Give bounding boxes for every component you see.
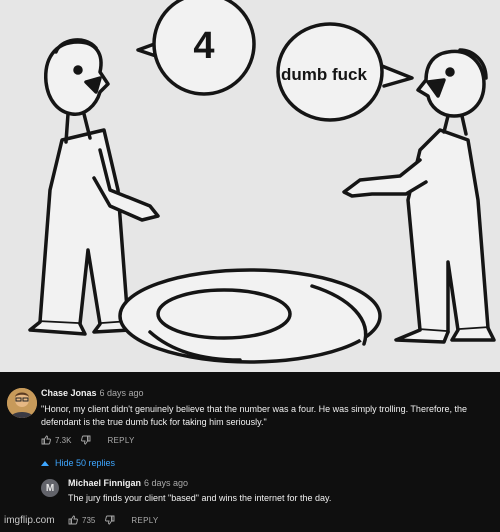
- like-count: 735: [82, 515, 96, 525]
- comment-time: 6 days ago: [144, 478, 189, 488]
- bubble-right-text: dumb fuck: [281, 65, 367, 84]
- left-person-figure: [28, 38, 160, 336]
- comment-author[interactable]: Chase Jonas 6 days ago: [41, 388, 144, 398]
- comment-text: The jury finds your client "based" and w…: [68, 493, 332, 503]
- thumbs-up-icon[interactable]: [68, 515, 78, 525]
- watermark: imgflip.com: [4, 515, 55, 526]
- avatar-letter: M: [45, 482, 55, 494]
- bubble-left-text: 4: [193, 25, 214, 67]
- reply-button[interactable]: REPLY: [107, 436, 134, 445]
- meme-drawing: 4 dumb fuck: [28, 0, 496, 364]
- chevron-up-icon: [41, 458, 49, 468]
- hide-replies-button[interactable]: Hide 50 replies: [41, 458, 115, 468]
- comment-text: "Honor, my client didn't genuinely belie…: [41, 404, 467, 427]
- thumbs-down-icon[interactable]: [105, 515, 115, 525]
- meme-image: 4 dumb fuck: [0, 0, 500, 372]
- thumbs-down-icon[interactable]: [81, 435, 91, 445]
- comment-author[interactable]: Michael Finnigan 6 days ago: [68, 478, 188, 488]
- comment-actions: 7.3K REPLY: [41, 435, 135, 445]
- avatar-photo-icon: [7, 388, 37, 418]
- comment-section: Chase Jonas 6 days ago "Honor, my client …: [0, 372, 500, 532]
- like-count: 7.3K: [55, 435, 72, 445]
- comment-time: 6 days ago: [99, 388, 144, 398]
- avatar[interactable]: [7, 388, 37, 418]
- ground-number-figure: [118, 268, 382, 364]
- avatar[interactable]: M: [41, 479, 59, 497]
- reply-button[interactable]: REPLY: [131, 516, 158, 525]
- thumbs-up-icon[interactable]: [41, 435, 51, 445]
- hide-replies-label: Hide 50 replies: [55, 458, 116, 468]
- comment-actions: 735 REPLY: [68, 515, 159, 525]
